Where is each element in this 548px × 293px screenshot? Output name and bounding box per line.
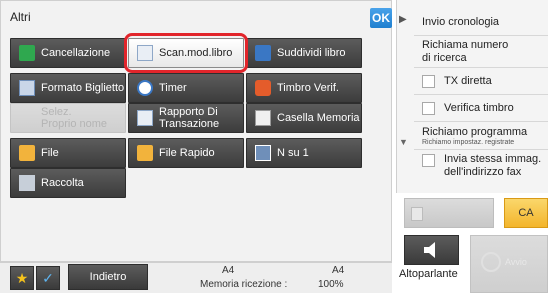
paper-size-right: A4 [332,265,345,276]
clock-icon [137,80,153,96]
n-su-1-button[interactable]: N su 1 [246,138,362,168]
memory-value: 100% [318,279,344,290]
cancellazione-button[interactable]: Cancellazione [10,38,126,68]
erase-icon [19,45,35,61]
document-icon [411,207,423,221]
file-button[interactable]: File [10,138,126,168]
start-button: Avvio [470,235,548,293]
quick-file-icon [137,145,153,161]
suddividi-libro-button[interactable]: Suddividi libro [246,38,362,68]
formato-biglietto-button[interactable]: Formato Biglietto [10,73,126,103]
disabled-action-button [404,198,494,228]
check-icon[interactable]: ✓ [36,266,60,290]
folder-icon [19,145,35,161]
stamp-icon [255,80,271,96]
tx-diretta-checkbox[interactable] [422,75,435,88]
richiamo-programma-item[interactable]: Richiamo programma Richiamo impostaz. re… [414,122,548,150]
ca-button[interactable]: CA [504,198,548,228]
start-icon [481,252,501,272]
verifica-timbro-checkbox[interactable] [422,102,435,115]
back-button[interactable]: Indietro [68,264,148,290]
expand-arrow-icon[interactable]: ▶ [399,14,411,30]
raccolta-button[interactable]: Raccolta [10,168,126,198]
invio-cronologia-item[interactable]: Invio cronologia [414,10,548,36]
collect-icon [19,175,35,191]
timbro-verif-button[interactable]: Timbro Verif. [246,73,362,103]
invia-stessa-immagine-item[interactable]: Invia stessa immag. dell'indirizzo fax [414,150,548,184]
n-up-icon [255,145,271,161]
timer-button[interactable]: Timer [128,73,244,103]
panel-title: Altri [10,10,31,24]
speaker-icon [424,242,435,258]
ok-button[interactable]: OK [370,8,392,28]
book-divide-icon [255,45,271,61]
speaker-label: Altoparlante [399,268,458,280]
selez-proprio-nome-button: Selez. Proprio nome [10,103,126,133]
name-icon [19,110,35,126]
richiama-numero-item[interactable]: Richiama numero di ricerca [414,36,548,68]
report-icon [137,110,153,126]
memory-box-icon [255,110,271,126]
verifica-timbro-item[interactable]: Verifica timbro [414,95,548,122]
tx-diretta-item[interactable]: TX diretta [414,68,548,95]
paper-size-left: A4 [222,265,235,276]
card-icon [19,80,35,96]
invia-stessa-checkbox[interactable] [422,154,435,167]
scroll-down-icon[interactable]: ▼ [399,137,408,147]
memory-label: Memoria ricezione : [200,279,288,290]
selection-highlight [124,33,248,73]
file-rapido-button[interactable]: File Rapido [128,138,244,168]
star-icon[interactable]: ★ [10,266,34,290]
rapporto-transazione-button[interactable]: Rapporto Di Transazione [128,103,244,133]
casella-memoria-button[interactable]: Casella Memoria [246,103,362,133]
